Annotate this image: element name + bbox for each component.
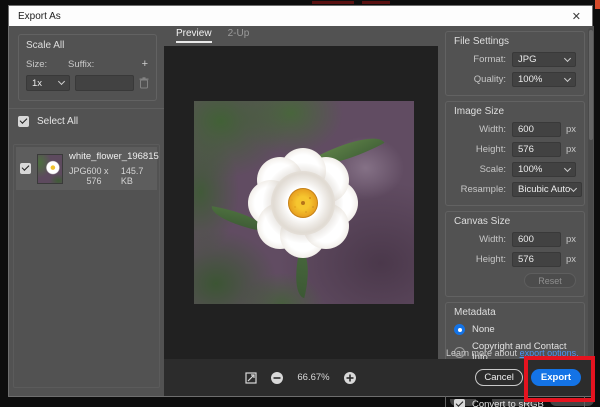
image-height-value: 576 <box>518 144 534 155</box>
suffix-input[interactable] <box>75 75 134 91</box>
background-app-strip <box>312 1 354 4</box>
file-format: JPG <box>69 166 87 176</box>
radio-none[interactable] <box>454 324 465 335</box>
scale-all-header: Scale All Size: Suffix: + 1x <box>9 34 164 109</box>
file-dimensions: 600 x 576 <box>86 166 109 186</box>
preview-canvas[interactable] <box>164 46 438 359</box>
quality-value: 100% <box>518 74 543 85</box>
learn-more-text: Learn more about <box>446 348 518 358</box>
quality-label: Quality: <box>473 74 506 85</box>
cancel-button[interactable]: Cancel <box>475 369 523 386</box>
export-as-dialog: Export As ✕ Scale All Size: Suffix: + 1x… <box>8 5 594 407</box>
file-thumbnail <box>37 153 63 184</box>
file-size: 145.7 KB <box>120 166 144 186</box>
reset-button[interactable]: Reset <box>524 273 576 288</box>
image-height-input[interactable]: 576 <box>512 142 561 157</box>
zoom-level: 66.67% <box>297 372 330 383</box>
image-height-label: Height: <box>475 144 506 155</box>
flower-center <box>288 188 318 218</box>
chevron-down-icon <box>57 77 66 86</box>
image-width-input[interactable]: 600 <box>512 122 561 137</box>
add-scale-icon[interactable]: + <box>142 58 149 70</box>
select-all-label: Select All <box>37 116 79 127</box>
suffix-label: Suffix: <box>68 58 95 70</box>
scrollbar[interactable] <box>588 28 593 358</box>
settings-panel: File Settings Format: JPG Quality: 100% <box>438 26 594 407</box>
quality-dropdown[interactable]: 100% <box>512 72 576 87</box>
select-all-row[interactable]: Select All <box>9 109 164 133</box>
preview-tabbar: Preview 2-Up <box>164 26 438 46</box>
tab-preview[interactable]: Preview <box>176 28 212 43</box>
canvas-height-unit: px <box>565 254 576 265</box>
format-label: Format: <box>473 54 506 65</box>
canvas-height-value: 576 <box>518 254 534 265</box>
format-value: JPG <box>518 54 537 65</box>
resample-dropdown[interactable]: Bicubic Auto... <box>512 182 582 197</box>
tab-2up[interactable]: 2-Up <box>228 28 250 43</box>
screenshot-root: Export As ✕ Scale All Size: Suffix: + 1x… <box>0 0 600 407</box>
canvas-height-label: Height: <box>475 254 506 265</box>
chevron-down-icon <box>569 184 578 192</box>
canvas-size-section: Canvas Size Width: 600 px Height: 576 px… <box>445 211 585 297</box>
select-all-checkbox[interactable] <box>18 116 29 127</box>
zoom-out-icon[interactable] <box>270 371 284 385</box>
annotation-highlight-box <box>524 356 595 402</box>
scale-all-section: Scale All Size: Suffix: + 1x <box>18 34 157 101</box>
canvas-width-input[interactable]: 600 <box>512 232 561 247</box>
metadata-none-label: None <box>472 324 495 335</box>
image-height-unit: px <box>565 144 576 155</box>
scrollbar-thumb[interactable] <box>588 30 593 140</box>
scale-labels-row: Size: Suffix: + <box>26 58 149 70</box>
preview-image <box>194 101 414 304</box>
file-row-selected[interactable]: white_flower_196815 JPG 600 x 576 145.7 … <box>16 147 159 190</box>
canvas-width-unit: px <box>565 234 576 245</box>
metadata-title: Metadata <box>454 307 496 318</box>
file-name: white_flower_196815 <box>69 151 159 162</box>
metadata-none-option[interactable]: None <box>454 324 576 335</box>
file-settings-title: File Settings <box>454 36 510 47</box>
canvas-size-title: Canvas Size <box>454 216 511 227</box>
scale-value: 100% <box>518 164 543 175</box>
size-dropdown-value: 1x <box>32 77 43 89</box>
dialog-titlebar: Export As ✕ <box>9 6 592 26</box>
dialog-body: Scale All Size: Suffix: + 1x Select All … <box>9 26 594 407</box>
canvas-height-input[interactable]: 576 <box>512 252 561 267</box>
chevron-down-icon <box>563 74 572 82</box>
zoom-in-icon[interactable] <box>343 371 357 385</box>
preview-column: Preview 2-Up <box>164 26 438 359</box>
chevron-down-icon <box>563 54 572 62</box>
zoom-controls: 66.67% <box>164 359 438 396</box>
canvas-width-label: Width: <box>479 234 506 245</box>
image-width-label: Width: <box>479 124 506 135</box>
image-width-unit: px <box>565 124 576 135</box>
file-list: white_flower_196815 JPG 600 x 576 145.7 … <box>13 144 160 388</box>
resample-value: Bicubic Auto... <box>518 184 571 195</box>
image-width-value: 600 <box>518 124 534 135</box>
chevron-down-icon <box>563 164 572 172</box>
resample-label: Resample: <box>460 184 506 195</box>
fit-screen-icon[interactable] <box>245 371 257 384</box>
file-info: white_flower_196815 JPG 600 x 576 145.7 … <box>69 151 159 186</box>
size-label: Size: <box>26 58 48 70</box>
close-icon[interactable]: ✕ <box>561 10 592 23</box>
scale-label: Scale: <box>479 164 506 175</box>
file-meta: JPG 600 x 576 145.7 KB <box>69 166 153 186</box>
scale-controls-row: 1x <box>26 75 149 91</box>
left-panel: Scale All Size: Suffix: + 1x Select All … <box>9 26 164 396</box>
format-dropdown[interactable]: JPG <box>512 52 576 67</box>
canvas-width-value: 600 <box>518 234 534 245</box>
convert-srgb-checkbox[interactable] <box>454 399 465 407</box>
scale-dropdown[interactable]: 100% <box>512 162 576 177</box>
background-app-strip <box>362 1 390 4</box>
dialog-title: Export As <box>18 10 61 22</box>
file-checkbox[interactable] <box>20 163 31 174</box>
size-dropdown[interactable]: 1x <box>26 75 70 91</box>
image-size-section: Image Size Width: 600 px Height: 576 px <box>445 101 585 206</box>
background-corner-mark <box>595 0 600 9</box>
image-size-title: Image Size <box>454 106 505 117</box>
flower-shape <box>248 148 358 258</box>
scale-all-title: Scale All <box>26 40 65 51</box>
delete-scale-icon[interactable] <box>139 77 149 89</box>
file-settings-section: File Settings Format: JPG Quality: 100% <box>445 31 585 96</box>
